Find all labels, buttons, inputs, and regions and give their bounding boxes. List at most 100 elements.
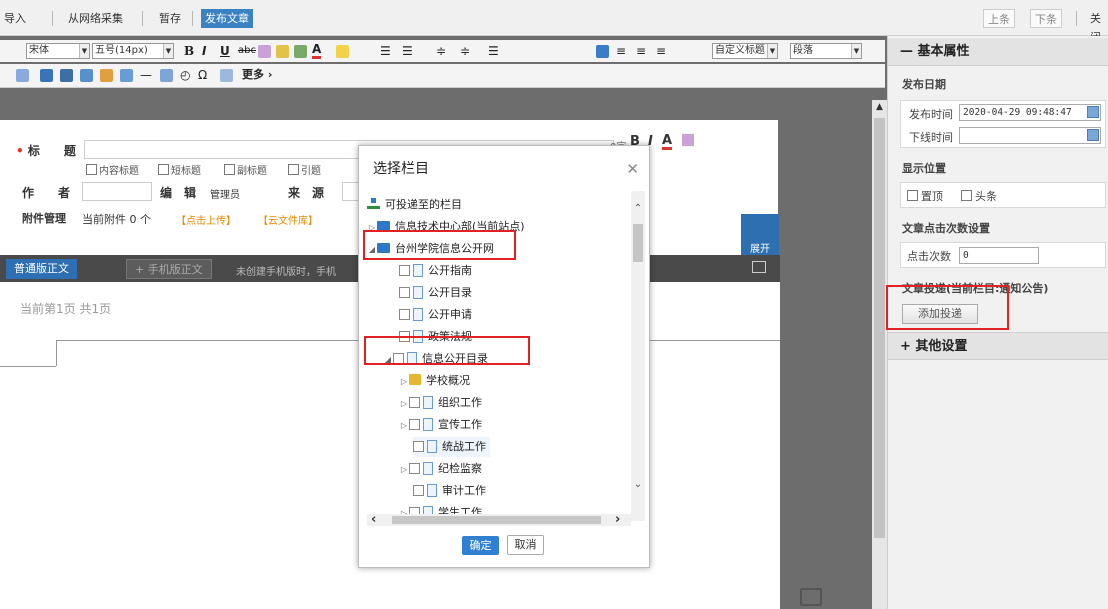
edit-icon[interactable]: [800, 588, 822, 606]
next-button[interactable]: 下条: [1030, 9, 1062, 28]
basic-properties-header[interactable]: — 基本属性: [888, 38, 1108, 66]
calendar-icon[interactable]: [1087, 129, 1099, 141]
column-checkbox[interactable]: [409, 397, 420, 408]
tree-node-column[interactable]: 公开目录: [399, 283, 472, 303]
scroll-right-icon[interactable]: ›: [615, 512, 620, 527]
tree-node-column[interactable]: ▷ 宣传工作: [399, 415, 482, 435]
tree-node-folder[interactable]: ▷ 学校概况: [399, 371, 470, 391]
special-char-icon[interactable]: Ω: [198, 67, 207, 83]
spell-icon[interactable]: [258, 45, 271, 58]
upload-link[interactable]: 【点击上传】: [176, 212, 236, 227]
expand-arrow-icon[interactable]: ▷: [399, 460, 409, 480]
custom-title-select[interactable]: 自定义标题 ▼: [712, 43, 778, 59]
close-button[interactable]: 关闭: [1086, 9, 1108, 44]
highlight-icon[interactable]: [336, 45, 349, 58]
tree-node-column[interactable]: 统战工作: [413, 437, 490, 457]
document-icon: [423, 462, 433, 475]
pin-top-checkbox[interactable]: 置顶: [907, 188, 943, 204]
confirm-button[interactable]: 确定: [462, 536, 499, 555]
font-family-select[interactable]: 宋体 ▼: [26, 43, 90, 59]
chart-icon[interactable]: [100, 69, 113, 82]
short-title-checkbox[interactable]: 短标题: [158, 162, 201, 177]
font-color-icon[interactable]: A: [312, 43, 322, 59]
prev-button[interactable]: 上条: [983, 9, 1015, 28]
fullscreen-icon[interactable]: [220, 69, 233, 82]
column-checkbox[interactable]: [399, 287, 410, 298]
italic-icon[interactable]: I: [202, 43, 206, 59]
cloud-library-link[interactable]: 【云文件库】: [258, 212, 318, 227]
click-count-input[interactable]: 0: [959, 247, 1039, 264]
title-style-icon[interactable]: [682, 134, 694, 146]
column-checkbox[interactable]: [409, 463, 420, 474]
cancel-button[interactable]: 取消: [507, 535, 544, 555]
paragraph-spacing-icon[interactable]: ≑: [460, 43, 470, 59]
expand-button[interactable]: 展开: [741, 214, 779, 257]
more-button[interactable]: 更多 ›: [242, 67, 272, 83]
editor-scrollbar[interactable]: ▲: [872, 100, 887, 609]
expand-arrow-icon[interactable]: ▷: [399, 394, 409, 414]
unordered-list-icon[interactable]: ☰: [402, 43, 413, 59]
scroll-up-icon[interactable]: ⌃: [631, 203, 645, 219]
preview-icon[interactable]: [752, 261, 766, 273]
scroll-thumb[interactable]: [874, 118, 885, 538]
column-checkbox[interactable]: [413, 485, 424, 496]
tree-node-column[interactable]: ▷ 组织工作: [399, 393, 482, 413]
font-size-select[interactable]: 五号(14px) ▼: [92, 43, 174, 59]
bold-icon[interactable]: B: [184, 43, 194, 59]
ordered-list-icon[interactable]: ☰: [380, 43, 391, 59]
underline-icon[interactable]: U: [220, 43, 230, 59]
scroll-down-icon[interactable]: ⌄: [631, 479, 645, 495]
tree-vertical-scrollbar[interactable]: ⌃ ⌄: [631, 191, 645, 521]
image-icon[interactable]: [40, 69, 53, 82]
column-checkbox[interactable]: [409, 419, 420, 430]
calendar-icon[interactable]: [1087, 106, 1099, 118]
paste-icon[interactable]: [294, 45, 307, 58]
tree-node-column[interactable]: ▷ 纪检监察: [399, 459, 482, 479]
author-input[interactable]: [82, 182, 152, 201]
collect-from-web-button[interactable]: 从网络采集: [64, 9, 127, 28]
subtitle-checkbox[interactable]: 副标题: [224, 162, 267, 177]
lead-title-checkbox[interactable]: 引题: [288, 162, 321, 177]
align-right-icon[interactable]: ≡: [636, 43, 646, 59]
line-height-icon[interactable]: ≑: [436, 43, 446, 59]
publish-button[interactable]: 发布文章: [201, 9, 253, 28]
tree-node-column[interactable]: 公开指南: [399, 261, 472, 281]
import-button[interactable]: 导入: [0, 9, 30, 28]
close-icon[interactable]: ✕: [626, 160, 639, 178]
align-center-icon[interactable]: ≡: [616, 43, 626, 59]
video-icon[interactable]: [60, 69, 73, 82]
headline-checkbox[interactable]: 头条: [961, 188, 997, 204]
strikethrough-icon[interactable]: abc: [238, 43, 256, 59]
tree-node-column[interactable]: 公开申请: [399, 305, 472, 325]
publish-time-input[interactable]: 2020-04-29 09:48:47: [959, 104, 1101, 121]
scroll-left-icon[interactable]: ‹: [371, 512, 376, 527]
tree-horizontal-scrollbar[interactable]: ‹ ›: [367, 512, 631, 527]
align-left-icon[interactable]: [596, 45, 609, 58]
tab-mobile-content[interactable]: + 手机版正文: [126, 259, 212, 279]
align-justify-icon[interactable]: ≡: [656, 43, 666, 59]
expand-arrow-icon[interactable]: ▷: [399, 372, 409, 392]
expand-arrow-icon[interactable]: ▷: [399, 416, 409, 436]
time-icon[interactable]: ◴: [180, 67, 190, 83]
column-checkbox[interactable]: [399, 309, 410, 320]
table-icon[interactable]: [16, 69, 29, 82]
horizontal-rule-icon[interactable]: —: [140, 67, 152, 83]
column-checkbox[interactable]: [413, 441, 424, 452]
draft-button[interactable]: 暂存: [155, 9, 185, 28]
offline-time-input[interactable]: [959, 127, 1101, 144]
format-painter-icon[interactable]: [276, 45, 289, 58]
tree-node-column[interactable]: 审计工作: [413, 481, 486, 501]
scroll-up-icon[interactable]: ▲: [872, 100, 887, 115]
date-icon[interactable]: [160, 69, 173, 82]
column-checkbox[interactable]: [399, 265, 410, 276]
title-color-icon[interactable]: A: [662, 134, 673, 150]
content-title-checkbox[interactable]: 内容标题: [86, 162, 139, 177]
template-icon[interactable]: [120, 69, 133, 82]
paragraph-select[interactable]: 段落 ▼: [790, 43, 862, 59]
tab-normal-content[interactable]: 普通版正文: [6, 259, 77, 279]
music-icon[interactable]: [80, 69, 93, 82]
other-settings-header[interactable]: + 其他设置: [888, 332, 1108, 360]
indent-icon[interactable]: ☰: [488, 43, 499, 59]
scroll-thumb[interactable]: [633, 224, 643, 262]
scroll-thumb[interactable]: [392, 516, 601, 524]
